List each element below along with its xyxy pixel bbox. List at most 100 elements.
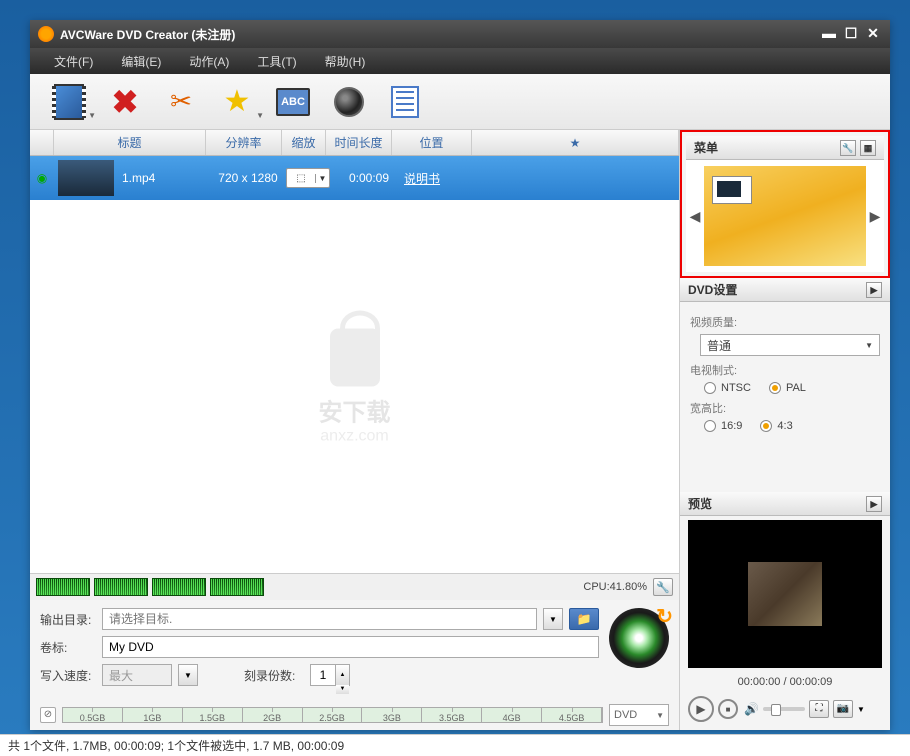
play-button[interactable]: ▶ [688,696,714,722]
cpu-info: CPU:41.80% 🔧 [583,578,673,596]
scale-dropdown[interactable]: ⬚▼ [286,168,330,188]
window-controls: ▬ ☐ ✕ [820,27,882,41]
preview-viewport [688,520,882,668]
app-icon [38,26,54,42]
manual-link[interactable]: 说明书 [404,170,440,187]
speed-label: 写入速度: [40,667,96,684]
scissors-icon: ✂ [170,86,192,117]
menu-edit-button[interactable]: 🔧 [840,140,856,156]
radio-43[interactable]: 4:3 [760,420,792,432]
menu-help[interactable]: 帮助(H) [311,53,380,70]
ruler-seg: 1.5GB [183,708,243,722]
radio-icon [769,382,781,394]
snapshot-button[interactable]: 📷 [833,700,853,718]
clear-size-button[interactable]: ⊘ [40,707,56,723]
app-window: AVCWare DVD Creator (未注册) ▬ ☐ ✕ 文件(F) 编辑… [30,20,890,730]
menu-section-highlight: 菜单 🔧 ▦ ◀ ▶ [680,130,890,278]
size-bar: ⊘ 0.5GB 1GB 1.5GB 2GB 2.5GB 3GB 3.5GB 4G… [30,700,679,730]
minimize-button[interactable]: ▬ [820,27,838,41]
preview-expand-button[interactable]: ▶ [866,496,882,512]
caret-icon: ▼ [256,111,264,120]
next-template-button[interactable]: ▶ [866,208,884,225]
list-button[interactable] [386,82,424,122]
stop-button[interactable]: ■ [718,699,738,719]
file-row[interactable]: ◉ 1.mp4 720 x 1280 ⬚▼ 0:00:09 说明书 [30,156,679,200]
close-button[interactable]: ✕ [864,27,882,41]
col-resolution[interactable]: 分辨率 [206,130,282,155]
menu-tools[interactable]: 工具(T) [243,53,310,70]
column-headers: 标题 分辨率 缩放 时间长度 位置 ★ [30,130,679,156]
spin-up[interactable]: ▲ [336,665,349,685]
effects-button[interactable]: ★▼ [218,82,256,122]
delete-button[interactable]: ✖ [106,82,144,122]
col-check[interactable] [30,130,54,155]
content-area: 标题 分辨率 缩放 时间长度 位置 ★ ◉ 1.mp4 720 x 1280 ⬚… [30,130,890,730]
waveform-3 [152,578,206,596]
browse-button[interactable]: 📁 [569,608,599,630]
fullscreen-button[interactable]: ⛶ [809,700,829,718]
snapshot-caret[interactable]: ▼ [857,705,865,714]
preview-header: 预览 ▶ [680,492,890,516]
waveform-bar: CPU:41.80% 🔧 [30,574,679,600]
settings-button[interactable]: 🔧 [653,578,673,596]
menu-template-button[interactable]: ▦ [860,140,876,156]
volume-label: 卷标: [40,639,96,656]
toolbar: ▼ ✖ ✂ ★▼ ABC [30,74,890,130]
radio-169[interactable]: 16:9 [704,420,742,432]
burn-button[interactable] [330,82,368,122]
ruler-seg: 0.5GB [63,708,123,722]
col-title[interactable]: 标题 [54,130,206,155]
col-scale[interactable]: 缩放 [282,130,326,155]
cpu-label: CPU:41.80% [583,581,647,593]
maximize-button[interactable]: ☐ [842,27,860,41]
menu-edit[interactable]: 编辑(E) [107,53,175,70]
dvd-settings: 视频质量: 普通▼ 电视制式: NTSC PAL 宽高比: 16:9 4:3 [680,302,890,438]
file-name: 1.mp4 [118,171,210,185]
list-icon [391,86,419,118]
menu-action[interactable]: 动作(A) [175,53,243,70]
output-dir-dropdown[interactable]: ▼ [543,608,563,630]
volume-icon[interactable]: 🔊 [744,702,759,716]
chevron-down-icon: ▼ [865,341,873,350]
size-ruler: 0.5GB 1GB 1.5GB 2GB 2.5GB 3GB 3.5GB 4GB … [62,707,603,723]
radio-icon [704,420,716,432]
start-burn-button[interactable] [609,608,669,668]
right-pane: 菜单 🔧 ▦ ◀ ▶ DVD设置 ▶ [680,130,890,730]
menu-thumb-inner [712,176,752,204]
x-icon: ✖ [112,83,139,121]
copies-spinner[interactable]: 1 ▲▼ [310,664,350,686]
file-list-area[interactable]: 安下载 anxz.com [30,200,679,573]
cut-button[interactable]: ✂ [162,82,200,122]
speed-dropdown[interactable]: ▼ [178,664,198,686]
col-duration[interactable]: 时间长度 [326,130,392,155]
volume-input[interactable] [102,636,599,658]
ruler-seg: 3GB [362,708,422,722]
prev-template-button[interactable]: ◀ [686,208,704,225]
subtitle-button[interactable]: ABC [274,82,312,122]
quality-select[interactable]: 普通▼ [700,334,880,356]
radio-pal[interactable]: PAL [769,382,806,394]
check-icon[interactable]: ◉ [30,171,54,185]
add-video-button[interactable]: ▼ [50,82,88,122]
ruler-seg: 2.5GB [303,708,363,722]
spin-down[interactable]: ▼ [336,685,349,694]
watermark-text2: anxz.com [319,427,391,445]
watermark: 安下载 anxz.com [319,328,391,445]
lens-icon [334,87,364,117]
disc-type-select[interactable]: DVD▼ [609,704,669,726]
menu-file[interactable]: 文件(F) [40,53,107,70]
radio-ntsc[interactable]: NTSC [704,382,751,394]
video-thumbnail [58,160,114,196]
output-panel: 输出目录: ▼ 📁 卷标: 写入速度: ▼ [30,600,679,700]
file-duration: 0:00:09 [330,171,396,185]
volume-slider[interactable] [763,707,805,711]
ruler-seg: 2GB [243,708,303,722]
col-star[interactable]: ★ [472,130,679,155]
settings-expand-button[interactable]: ▶ [866,282,882,298]
output-dir-input[interactable] [102,608,537,630]
menu-template-thumb[interactable] [704,166,866,266]
copies-label: 刻录份数: [244,667,304,684]
waveform-1 [36,578,90,596]
col-position[interactable]: 位置 [392,130,472,155]
star-icon: ★ [224,84,251,119]
